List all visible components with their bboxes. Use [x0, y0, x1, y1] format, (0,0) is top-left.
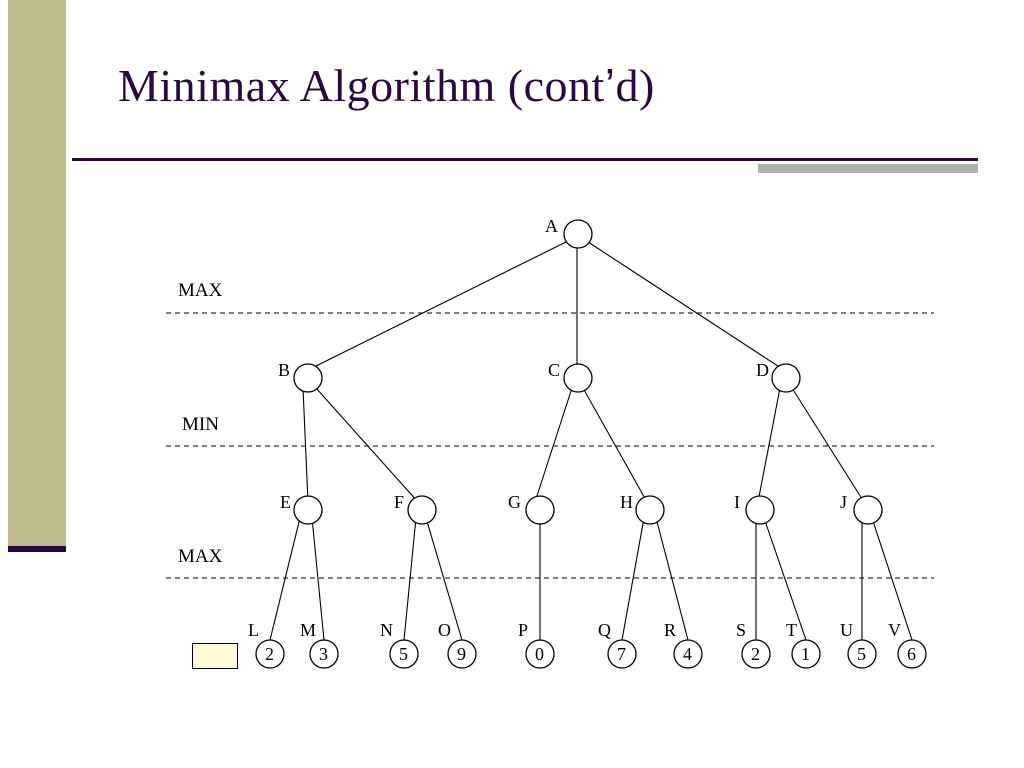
leaf-label-P: P: [518, 620, 528, 640]
node-label-G: G: [508, 492, 521, 512]
edge-C-G: [535, 388, 572, 502]
node-D: [772, 364, 800, 392]
node-label-F: F: [394, 492, 404, 512]
leaf-value-P: 0: [535, 644, 544, 664]
node-label-H: H: [620, 492, 633, 512]
node-A: [564, 220, 592, 248]
edge-B-E: [303, 388, 308, 502]
node-label-J: J: [840, 492, 847, 512]
level-label-max1: MAX: [178, 280, 223, 301]
leaf-label-U: U: [840, 620, 853, 640]
leaf-label-Q: Q: [598, 620, 611, 640]
minimax-tree-diagram: MAX MIN MAX A B C D E F G H I J L: [0, 0, 1024, 768]
node-label-D: D: [756, 360, 769, 380]
node-label-A: A: [545, 216, 558, 236]
leaf-value-V: 6: [907, 644, 916, 664]
edge-H-Q: [622, 518, 644, 640]
edge-D-J: [792, 388, 864, 502]
node-F: [408, 496, 436, 524]
edge-I-T: [764, 518, 806, 640]
node-J: [854, 496, 882, 524]
leaf-value-Q: 7: [617, 644, 626, 664]
leaf-value-T: 1: [801, 644, 810, 664]
leaf-label-T: T: [786, 620, 797, 640]
level-label-min: MIN: [182, 414, 219, 435]
node-I: [746, 496, 774, 524]
edge-F-N: [404, 518, 416, 640]
leaf-label-O: O: [438, 620, 451, 640]
leaf-label-L: L: [248, 620, 259, 640]
leaf-label-N: N: [380, 620, 393, 640]
leaf-value-S: 2: [751, 644, 760, 664]
leaf-label-V: V: [888, 620, 901, 640]
edge-D-I: [758, 388, 780, 502]
annotation-box: [192, 643, 238, 669]
node-G: [526, 496, 554, 524]
leaf-label-R: R: [664, 620, 676, 640]
edge-E-L: [270, 518, 300, 640]
node-label-C: C: [548, 360, 560, 380]
node-B: [294, 364, 322, 392]
node-label-B: B: [278, 360, 290, 380]
node-label-I: I: [734, 492, 740, 512]
edge-A-D: [585, 240, 784, 370]
node-C: [564, 364, 592, 392]
leaf-value-R: 4: [683, 644, 692, 664]
level-label-max2: MAX: [178, 546, 223, 567]
node-H: [636, 496, 664, 524]
leaf-value-N: 5: [399, 644, 408, 664]
edge-A-B: [308, 240, 570, 370]
edge-C-H: [583, 388, 647, 502]
node-label-E: E: [280, 492, 291, 512]
node-E: [294, 496, 322, 524]
leaf-value-O: 9: [457, 644, 466, 664]
leaf-value-M: 3: [319, 644, 328, 664]
leaf-label-S: S: [736, 620, 746, 640]
leaf-value-L: 2: [265, 644, 274, 664]
leaf-label-M: M: [300, 620, 316, 640]
edge-B-F: [316, 388, 418, 502]
leaf-value-U: 5: [857, 644, 866, 664]
